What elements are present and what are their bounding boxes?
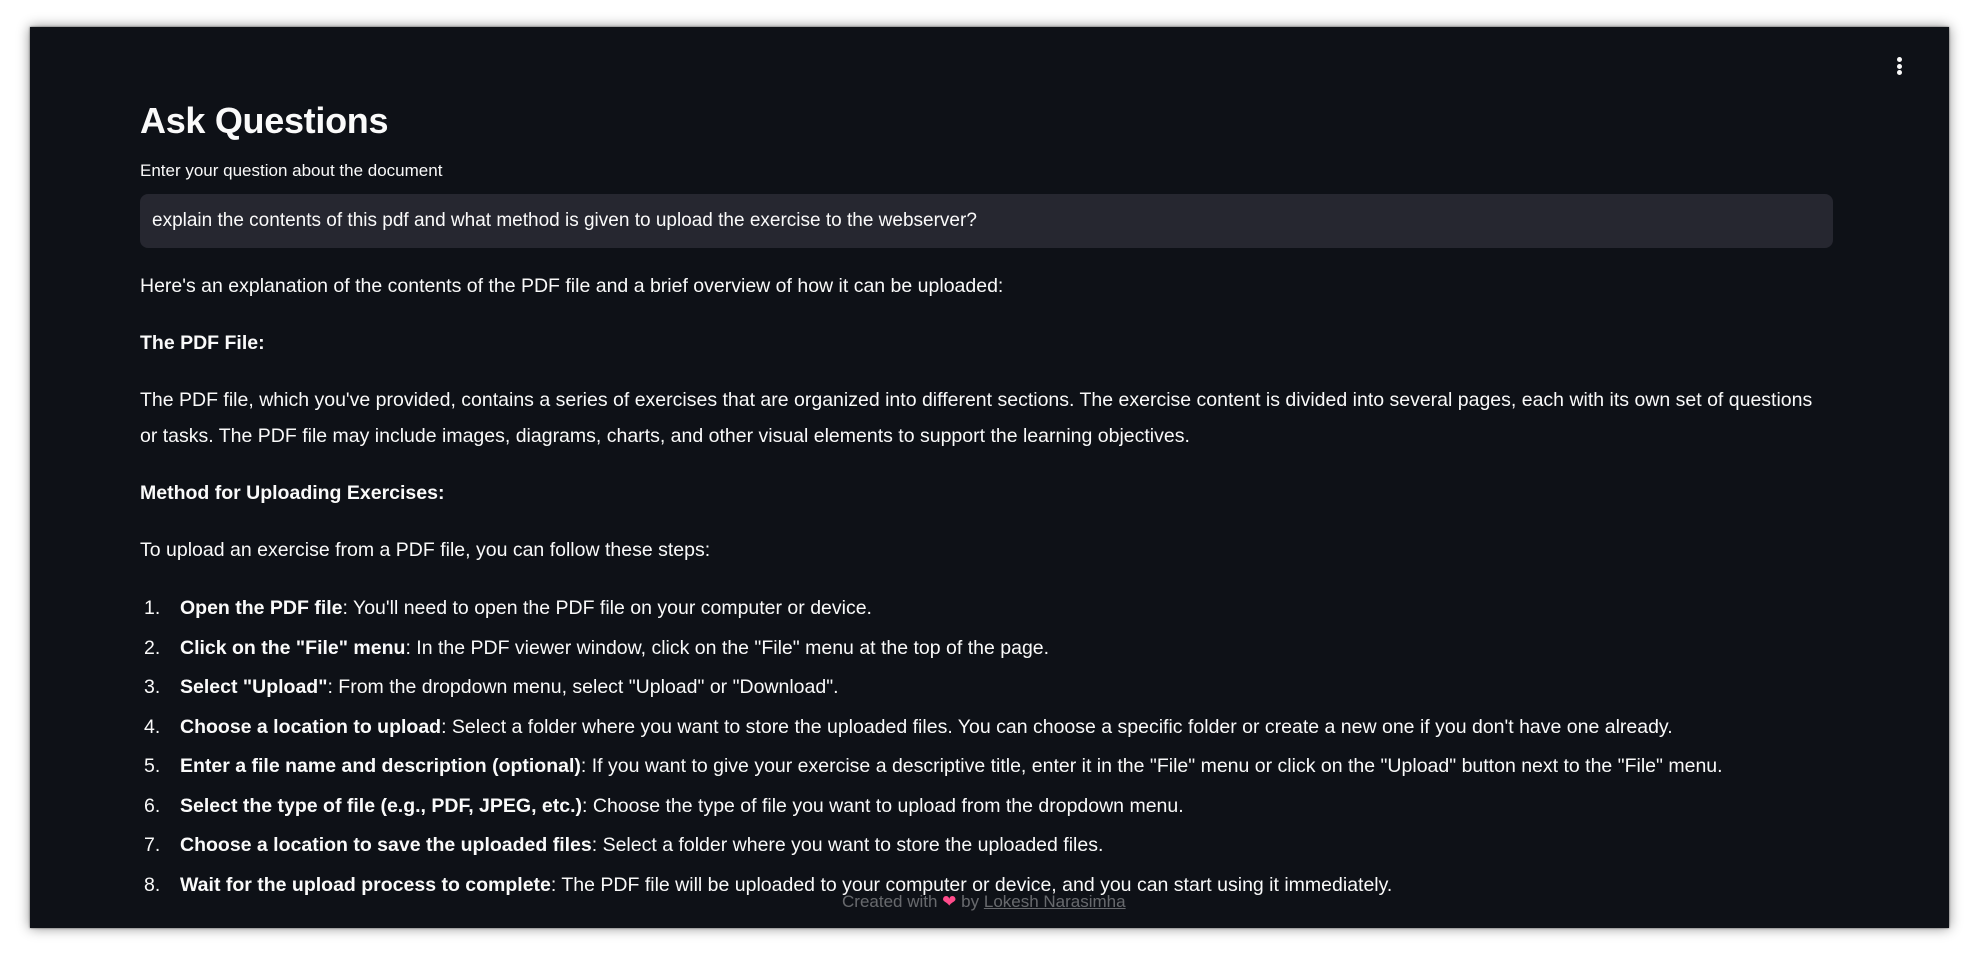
list-item: 1. Open the PDF file: You'll need to open…: [144, 597, 872, 619]
answer-output: Here's an explanation of the contents of…: [140, 268, 1833, 905]
list-item: 2. Click on the "File" menu: In the PDF v…: [144, 636, 1050, 659]
question-input-label: Enter your question about the document: [140, 161, 443, 180]
vertical-ellipsis-icon: [1896, 57, 1902, 62]
list-item: 5. Enter a file name and description (opt…: [144, 755, 1723, 777]
list-item: 6. Select the type of file (e.g., PDF, JP…: [144, 794, 1184, 817]
page-title: Ask Questions: [140, 100, 389, 141]
section-intro-upload-method: To upload an exercise from a PDF file, y…: [140, 539, 711, 561]
heart-icon: ❤: [942, 892, 957, 911]
answer-intro: Here's an explanation of the contents of…: [140, 275, 1004, 297]
app-window: Ask Questions Enter your question about …: [30, 27, 1949, 928]
section-heading-upload-method: Method for Uploading Exercises:: [140, 482, 445, 504]
question-input[interactable]: [140, 194, 1833, 248]
section-heading-pdf-file: The PDF File:: [140, 332, 265, 354]
author-link[interactable]: Lokesh Narasimha: [984, 892, 1126, 911]
main-content: Ask Questions Enter your question about …: [140, 97, 1833, 905]
main-menu-button[interactable]: [1891, 53, 1907, 79]
list-item: 7. Choose a location to save the uploaded…: [144, 834, 1104, 856]
footer-credit: Created with ❤ by Lokesh Narasimha: [842, 892, 1126, 911]
section-body-pdf-file: The PDF file, which you've provided, con…: [140, 389, 1813, 447]
list-item: 3. Select "Upload": From the dropdown men…: [144, 676, 839, 698]
upload-steps-list: 1. Open the PDF file: You'll need to open…: [140, 589, 1833, 905]
list-item: 4. Choose a location to upload: Select a …: [144, 715, 1673, 738]
